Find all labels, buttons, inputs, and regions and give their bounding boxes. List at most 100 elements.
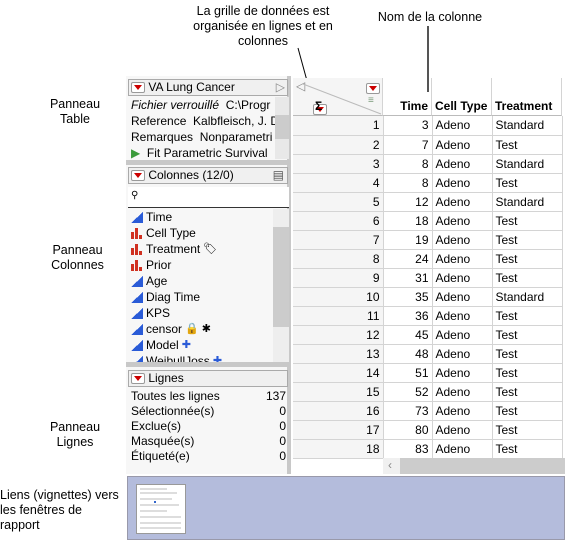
grid-cell[interactable]: Adeno	[432, 211, 493, 231]
table-row[interactable]: 10 35 Adeno Standard	[293, 287, 563, 307]
rows-panel-header[interactable]: Lignes	[128, 370, 288, 387]
grid-cell[interactable]: Adeno	[432, 268, 493, 288]
grid-cell[interactable]: Test	[492, 135, 563, 155]
grid-cell[interactable]: 18	[383, 211, 433, 231]
grid-cell[interactable]: 51	[383, 363, 433, 383]
row-number[interactable]: 9	[293, 268, 384, 288]
grid-cell[interactable]: Standard	[492, 287, 563, 307]
table-row[interactable]: 11 36 Adeno Test	[293, 306, 563, 326]
grid-cell[interactable]: Test	[492, 306, 563, 326]
column-list-item[interactable]: Time	[131, 209, 271, 225]
grid-cell[interactable]: Test	[492, 401, 563, 421]
table-row[interactable]: 17 80 Adeno Test	[293, 420, 563, 440]
table-script-fit[interactable]: ▶ Fit Parametric Survival	[131, 145, 276, 161]
table-row[interactable]: 14 51 Adeno Test	[293, 363, 563, 383]
grid-cell[interactable]: Adeno	[432, 325, 493, 345]
table-prop-locked[interactable]: Fichier verrouillé C:\Progr	[131, 97, 276, 113]
grid-cell[interactable]: Adeno	[432, 344, 493, 364]
column-list-item[interactable]: Prior	[131, 257, 271, 273]
table-prop-reference[interactable]: Reference Kalbfleisch, J. D	[131, 113, 276, 129]
splitter[interactable]	[126, 362, 291, 367]
table-row[interactable]: 16 73 Adeno Test	[293, 401, 563, 421]
grid-cell[interactable]: Adeno	[432, 116, 493, 136]
row-number[interactable]: 3	[293, 154, 384, 174]
table-row[interactable]: 9 31 Adeno Test	[293, 268, 563, 288]
row-number[interactable]: 15	[293, 382, 384, 402]
row-number[interactable]: 10	[293, 287, 384, 307]
grid-cell[interactable]: Test	[492, 230, 563, 250]
grid-cell[interactable]: Test	[492, 325, 563, 345]
row-number[interactable]: 18	[293, 439, 384, 459]
grid-cell[interactable]: Test	[492, 173, 563, 193]
grid-cell[interactable]: 24	[383, 249, 433, 269]
grid-cell[interactable]: Adeno	[432, 173, 493, 193]
grid-cell[interactable]: 31	[383, 268, 433, 288]
grid-cell[interactable]: Adeno	[432, 420, 493, 440]
column-list-item[interactable]: WeibullJoss ✚	[131, 353, 271, 362]
grid-cell[interactable]: Standard	[492, 154, 563, 174]
table-row[interactable]: 1 3 Adeno Standard	[293, 116, 563, 136]
row-number[interactable]: 4	[293, 173, 384, 193]
columns-search-input[interactable]: ⚲	[128, 187, 289, 208]
grid-cell[interactable]: Adeno	[432, 287, 493, 307]
grid-cell[interactable]: Adeno	[432, 249, 493, 269]
grid-cell[interactable]: 45	[383, 325, 433, 345]
column-header-cell-type[interactable]: Cell Type	[432, 78, 492, 116]
grid-cell[interactable]: 80	[383, 420, 433, 440]
row-number[interactable]: 16	[293, 401, 384, 421]
grid-cell[interactable]: Adeno	[432, 306, 493, 326]
row-number[interactable]: 14	[293, 363, 384, 383]
report-thumbnail[interactable]	[136, 484, 186, 534]
table-prop-notes[interactable]: Remarques Nonparametri	[131, 129, 276, 145]
column-header-treatment[interactable]: Treatment	[492, 78, 562, 116]
red-triangle-menu-icon[interactable]	[131, 82, 145, 94]
grid-cell[interactable]: Test	[492, 439, 563, 459]
column-list-item[interactable]: KPS	[131, 305, 271, 321]
table-row[interactable]: 15 52 Adeno Test	[293, 382, 563, 402]
table-panel-header[interactable]: VA Lung Cancer ▷	[128, 79, 288, 96]
row-number[interactable]: 13	[293, 344, 384, 364]
splitter[interactable]	[126, 160, 291, 165]
play-script-icon[interactable]: ▶	[131, 146, 140, 160]
table-row[interactable]: 6 18 Adeno Test	[293, 211, 563, 231]
grid-cell[interactable]: Test	[492, 382, 563, 402]
row-number[interactable]: 12	[293, 325, 384, 345]
red-triangle-menu-icon[interactable]	[131, 170, 145, 182]
table-row[interactable]: 18 83 Adeno Test	[293, 439, 563, 459]
grid-cell[interactable]: 8	[383, 154, 433, 174]
row-number[interactable]: 8	[293, 249, 384, 269]
table-row[interactable]: 8 24 Adeno Test	[293, 249, 563, 269]
column-list-item[interactable]: Diag Time	[131, 289, 271, 305]
grid-cell[interactable]: Test	[492, 420, 563, 440]
red-triangle-menu-icon[interactable]	[131, 373, 145, 385]
grid-cell[interactable]: Test	[492, 249, 563, 269]
row-number[interactable]: 7	[293, 230, 384, 250]
row-number[interactable]: 17	[293, 420, 384, 440]
grid-cell[interactable]: 52	[383, 382, 433, 402]
table-row[interactable]: 5 12 Adeno Standard	[293, 192, 563, 212]
table-panel-scrollbar[interactable]	[275, 97, 289, 159]
grid-cell[interactable]: Adeno	[432, 363, 493, 383]
grid-cell[interactable]: 8	[383, 173, 433, 193]
grid-cell[interactable]: 7	[383, 135, 433, 155]
column-list-item[interactable]: Model ✚	[131, 337, 271, 353]
grid-cell[interactable]: Adeno	[432, 192, 493, 212]
row-number[interactable]: 6	[293, 211, 384, 231]
column-header-time[interactable]: Time	[383, 78, 432, 116]
grid-cell[interactable]: Adeno	[432, 135, 493, 155]
table-row[interactable]: 3 8 Adeno Standard	[293, 154, 563, 174]
grid-cell[interactable]: Standard	[492, 192, 563, 212]
grid-cell[interactable]: 73	[383, 401, 433, 421]
expand-arrow-icon[interactable]: ▷	[276, 80, 285, 95]
grid-cell[interactable]: Adeno	[432, 439, 493, 459]
table-row[interactable]: 12 45 Adeno Test	[293, 325, 563, 345]
columns-scrollbar[interactable]	[273, 209, 289, 362]
row-number[interactable]: 2	[293, 135, 384, 155]
grid-cell[interactable]: 12	[383, 192, 433, 212]
column-list-item[interactable]: Treatment 🏷	[131, 241, 271, 257]
grid-cell[interactable]: 48	[383, 344, 433, 364]
column-list-item[interactable]: Cell Type	[131, 225, 271, 241]
table-row[interactable]: 4 8 Adeno Test	[293, 173, 563, 193]
grid-cell[interactable]: Adeno	[432, 230, 493, 250]
column-list-item[interactable]: Age	[131, 273, 271, 289]
